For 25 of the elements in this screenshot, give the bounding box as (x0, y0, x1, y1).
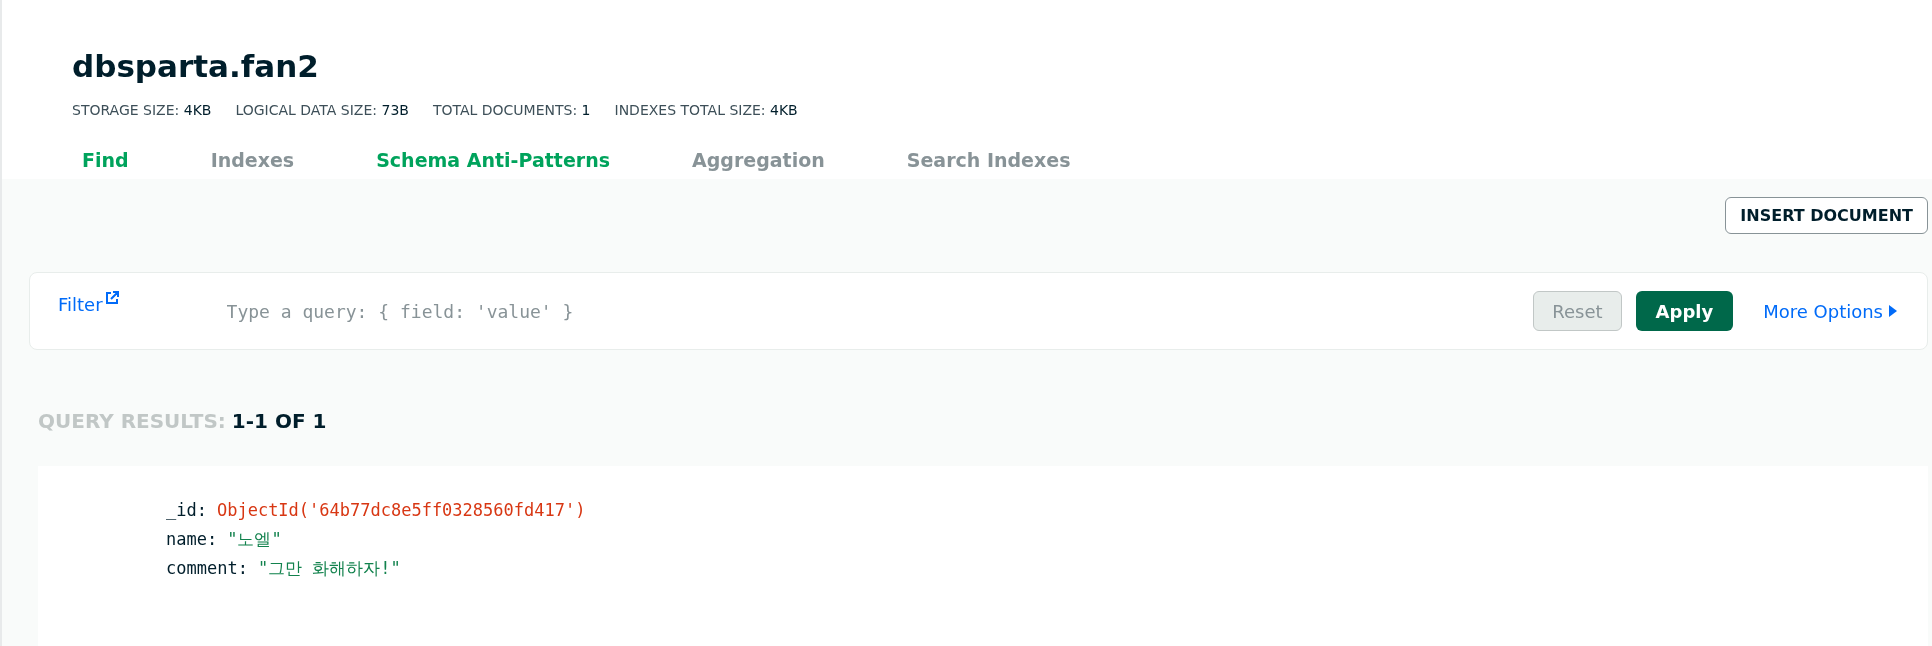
tab[interactable]: Indexes (200, 145, 305, 175)
tab[interactable]: Schema Anti-Patterns (366, 145, 620, 175)
collection-title: dbsparta.fan2 (72, 47, 320, 86)
field-value: ObjectId('64b77dc8e5ff0328560fd417') (216, 499, 586, 522)
insert-document-button[interactable]: INSERT DOCUMENT (1725, 197, 1928, 234)
results-count: 1-1 OF 1 (231, 408, 327, 435)
collection-stat: STORAGE SIZE: 4KB (72, 101, 212, 120)
tab[interactable]: Aggregation (682, 145, 835, 175)
filter-link[interactable]: Filter (58, 291, 119, 318)
external-link-icon (104, 291, 119, 305)
query-input[interactable]: Type a query: { field: 'value' } (226, 297, 1534, 325)
query-results-label: QUERY RESULTS: (38, 408, 226, 435)
field-key: _id: (166, 496, 207, 525)
field-value: "노엘" (227, 528, 282, 551)
field-key: name: (166, 525, 218, 554)
field-value: "그만 화해하자!" (257, 557, 401, 580)
tab[interactable]: Find (72, 145, 139, 175)
collection-stat: INDEXES TOTAL SIZE: 4KB (614, 101, 798, 120)
collection-stat: LOGICAL DATA SIZE: 73B (235, 101, 409, 120)
collection-stat: TOTAL DOCUMENTS: 1 (432, 101, 591, 120)
more-options-button[interactable]: More Options (1763, 297, 1897, 325)
tab[interactable]: Search Indexes (896, 145, 1081, 175)
apply-button[interactable]: Apply (1635, 291, 1734, 331)
caret-right-icon (1889, 305, 1897, 317)
field-key: comment: (166, 554, 248, 583)
